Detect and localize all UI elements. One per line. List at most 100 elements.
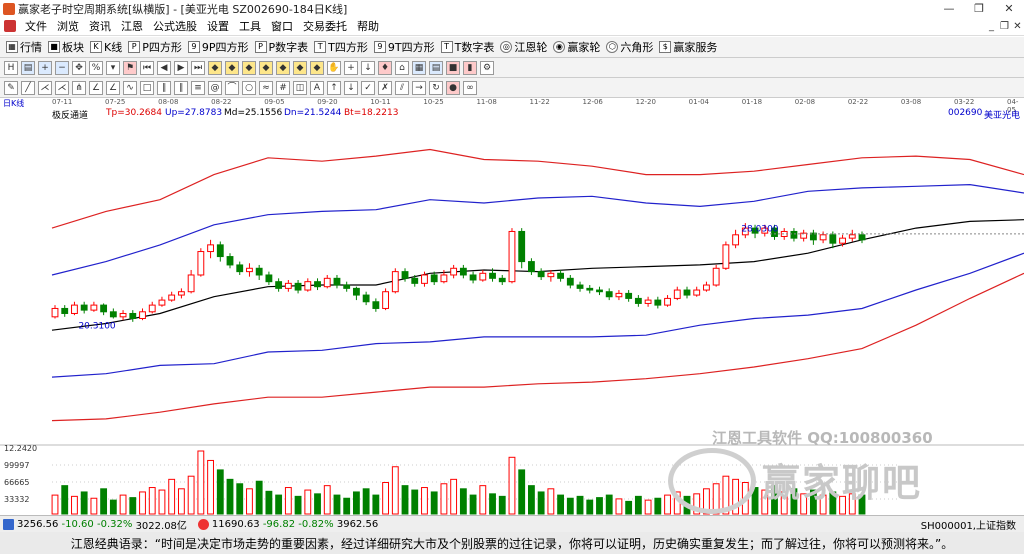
menu-settings[interactable]: 设置 <box>202 18 234 34</box>
fan-2-icon[interactable]: ⋌ <box>55 80 69 95</box>
first-icon[interactable]: ⏮ <box>140 60 154 75</box>
home-icon[interactable]: ⌂ <box>395 60 409 75</box>
candle-body <box>537 271 545 278</box>
layout-icon[interactable]: ▤ <box>21 60 35 75</box>
diamond-6-icon[interactable]: ◆ <box>293 60 307 75</box>
menu-browse[interactable]: 浏览 <box>52 18 84 34</box>
grid-tool-icon[interactable]: # <box>276 80 290 95</box>
table-icon[interactable]: ▤ <box>429 60 443 75</box>
toolbar-winner-wheel-button[interactable]: ◉ 赢家轮 <box>553 39 600 55</box>
volume-bar <box>90 497 98 515</box>
toolbar-kline-button[interactable]: K K线 <box>90 39 122 55</box>
spiral-2-icon[interactable]: ↻ <box>429 80 443 95</box>
hand-icon[interactable]: ✋ <box>327 60 341 75</box>
arrow-down-icon[interactable]: ↓ <box>361 60 375 75</box>
date-axis: 日K线 07-11 07-25 08-08 08-22 09-05 09-20 10-11 1… <box>0 98 1024 114</box>
crosshair-icon[interactable]: + <box>344 60 358 75</box>
cycle-icon[interactable]: ∿ <box>123 80 137 95</box>
mdi-restore-button[interactable]: ❐ <box>998 21 1011 32</box>
calendar-icon[interactable]: ▦ <box>412 60 426 75</box>
parallel-icon[interactable]: ⫽ <box>395 80 409 95</box>
menu-help[interactable]: 帮助 <box>352 18 384 34</box>
volume-bar <box>246 488 253 515</box>
minimize-button[interactable]: — <box>934 2 964 15</box>
pen-icon[interactable]: ✎ <box>4 80 18 95</box>
mark-1-icon[interactable]: ✓ <box>361 80 375 95</box>
menu-trade[interactable]: 交易委托 <box>298 18 352 34</box>
cursor-icon[interactable]: H <box>4 60 18 75</box>
ellipse-icon[interactable]: ○ <box>242 80 256 95</box>
diamond-7-icon[interactable]: ◆ <box>310 60 324 75</box>
close-button[interactable]: ✕ <box>994 2 1024 15</box>
toolbar-t-square-button[interactable]: T T四方形 <box>314 39 368 55</box>
infinity-icon[interactable]: ∞ <box>463 80 477 95</box>
angle-1-icon[interactable]: ∠ <box>89 80 103 95</box>
zoom-in-icon[interactable]: + <box>38 60 52 75</box>
flag-icon[interactable]: ⚑ <box>123 60 137 75</box>
record-icon[interactable]: ● <box>446 80 460 95</box>
fork-icon[interactable]: ⋔ <box>72 80 86 95</box>
channel-1-icon[interactable]: ∥ <box>157 80 171 95</box>
diamond-2-icon[interactable]: ◆ <box>225 60 239 75</box>
menu-window[interactable]: 窗口 <box>266 18 298 34</box>
arc-icon[interactable]: ⌒ <box>225 80 239 95</box>
candle-body <box>304 281 312 291</box>
diamond-1-icon[interactable]: ◆ <box>208 60 222 75</box>
menu-formula-screen[interactable]: 公式选股 <box>148 18 202 34</box>
toolbar-sectors-button[interactable]: ■ 板块 <box>48 39 84 55</box>
toolbar-t-table-button[interactable]: T T数字表 <box>440 39 494 55</box>
diamond-3-icon[interactable]: ◆ <box>242 60 256 75</box>
fib-icon[interactable]: ≡ <box>191 80 205 95</box>
fan-1-icon[interactable]: ⋌ <box>38 80 52 95</box>
toolbar-p-table-button[interactable]: P P数字表 <box>254 39 308 55</box>
angle-2-icon[interactable]: ∠ <box>106 80 120 95</box>
toolbar-quotes-button[interactable]: ▦ 行情 <box>6 39 42 55</box>
box-icon[interactable]: □ <box>140 80 154 95</box>
toolbar-9p-square-button[interactable]: 9 9P四方形 <box>187 39 249 55</box>
toolbar-p-square-button[interactable]: P P四方形 <box>128 39 182 55</box>
spiral-icon[interactable]: @ <box>208 80 222 95</box>
candle-body <box>100 304 108 313</box>
menu-file[interactable]: 文件 <box>20 18 52 34</box>
sz-index[interactable]: 11690.63 -96.82 -0.82% 3962.56 <box>212 519 378 530</box>
watermark-brand: 赢家聊吧 <box>762 461 923 505</box>
current-index[interactable]: SH000001,上证指数 <box>921 517 1016 532</box>
percent-icon[interactable]: % <box>89 60 103 75</box>
diamond-5-icon[interactable]: ◆ <box>276 60 290 75</box>
toolbar-hexagon-button[interactable]: ⬡ 六角形 <box>606 39 653 55</box>
toolbar-9t-square-button[interactable]: 9 9T四方形 <box>373 39 435 55</box>
bar-icon[interactable]: ▮ <box>463 60 477 75</box>
maximize-button[interactable]: ❐ <box>964 2 994 15</box>
sh-index[interactable]: 3256.56 -10.60 -0.32% 3022.08亿 <box>17 517 187 532</box>
next-icon[interactable]: ⏭ <box>191 60 205 75</box>
square-tool-icon[interactable]: ◫ <box>293 80 307 95</box>
volume-axis-label: 33332 <box>4 495 29 504</box>
volume-bar <box>469 494 477 515</box>
toolbar-gann-wheel-button[interactable]: ◎ 江恩轮 <box>500 39 547 55</box>
channel-2-icon[interactable]: ∥ <box>174 80 188 95</box>
arrow-up-icon[interactable]: ↑ <box>327 80 341 95</box>
diamond-4-icon[interactable]: ◆ <box>259 60 273 75</box>
menu-gann[interactable]: 江恩 <box>116 18 148 34</box>
pan-icon[interactable]: ✥ <box>72 60 86 75</box>
arrow-down-tool-icon[interactable]: ↓ <box>344 80 358 95</box>
date-tick-label: 11-22 <box>529 98 550 106</box>
toolbar-service-button[interactable]: $ 赢家服务 <box>659 39 717 55</box>
candle-body <box>440 274 448 283</box>
gift-icon[interactable]: ♦ <box>378 60 392 75</box>
dropdown-icon[interactable]: ▾ <box>106 60 120 75</box>
tools-icon[interactable]: ⚙ <box>480 60 494 75</box>
ray-icon[interactable]: → <box>412 80 426 95</box>
wave-icon[interactable]: ≈ <box>259 80 273 95</box>
stop-icon[interactable]: ■ <box>446 60 460 75</box>
text-icon[interactable]: A <box>310 80 324 95</box>
menu-tools[interactable]: 工具 <box>234 18 266 34</box>
prev-icon[interactable]: ◀ <box>157 60 171 75</box>
play-icon[interactable]: ▶ <box>174 60 188 75</box>
mdi-close-button[interactable]: ✕ <box>1011 21 1024 32</box>
zoom-out-icon[interactable]: − <box>55 60 69 75</box>
mdi-minimize-button[interactable]: _ <box>985 21 998 32</box>
menu-info[interactable]: 资讯 <box>84 18 116 34</box>
mark-2-icon[interactable]: ✗ <box>378 80 392 95</box>
trend-line-icon[interactable]: ╱ <box>21 80 35 95</box>
